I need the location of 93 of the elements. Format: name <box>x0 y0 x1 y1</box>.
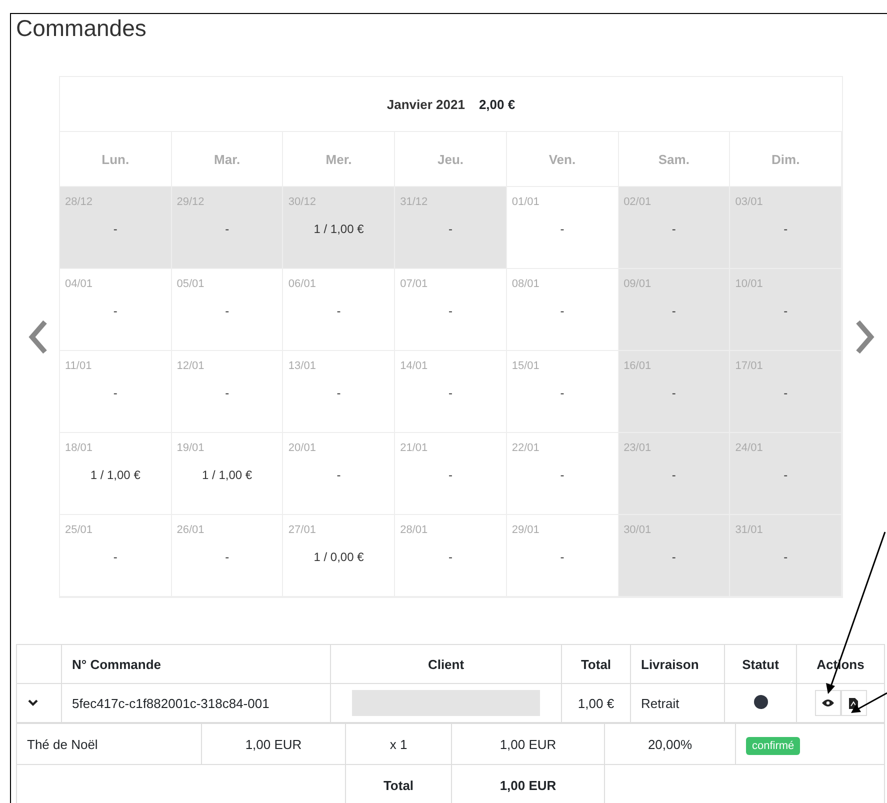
column-header: Statut <box>724 644 796 684</box>
quantity: x 1 <box>346 724 452 764</box>
day-summary: - <box>560 304 564 318</box>
expand-toggle[interactable] <box>27 699 39 707</box>
unit-price: 1,00 EUR <box>202 724 346 764</box>
day-date: 16/01 <box>624 360 652 372</box>
day-date: 06/01 <box>288 278 316 290</box>
day-summary: - <box>113 304 118 318</box>
day-date: 30/01 <box>624 524 652 536</box>
day-date: 22/01 <box>512 442 540 454</box>
column-header: Client <box>330 644 562 684</box>
day-date: 19/01 <box>176 442 204 454</box>
product-name: Thé de Noël <box>16 724 202 764</box>
day-date: 11/01 <box>65 360 92 372</box>
day-summary: - <box>336 304 341 318</box>
day-date: 14/01 <box>400 360 428 372</box>
day-summary: - <box>672 304 676 318</box>
calendar-month: Janvier 2021 <box>386 96 465 112</box>
day-date: 20/01 <box>288 442 316 454</box>
day-summary: - <box>784 550 788 564</box>
day-summary: - <box>672 386 676 400</box>
day-date: 29/01 <box>512 524 540 536</box>
day-summary: - <box>225 222 230 236</box>
day-summary: 1 / 0,00 € <box>314 550 364 564</box>
column-header: N° Commande <box>62 644 330 684</box>
day-summary: - <box>448 386 452 400</box>
day-summary: - <box>672 468 676 482</box>
day-date: 05/01 <box>176 278 204 290</box>
day-summary: - <box>225 304 230 318</box>
day-date: 24/01 <box>735 442 763 454</box>
view-button[interactable] <box>814 690 840 716</box>
order-number: 5fec417c-c1f882001c-318c84-001 <box>62 684 330 722</box>
day-summary: 1 / 1,00 € <box>202 468 252 482</box>
vat-rate: 20,00% <box>604 724 736 764</box>
day-summary: 1 / 1,00 € <box>314 222 364 236</box>
eye-icon <box>822 699 834 707</box>
day-summary: - <box>448 222 452 236</box>
day-date: 08/01 <box>512 278 540 290</box>
day-date: 27/01 <box>288 524 316 536</box>
day-date: 28/01 <box>400 524 428 536</box>
day-summary: - <box>448 304 452 318</box>
day-summary: - <box>336 468 341 482</box>
day-date: 02/01 <box>624 196 652 208</box>
day-summary: - <box>672 550 676 564</box>
day-date: 10/01 <box>735 278 763 290</box>
column-header: Total <box>562 644 630 684</box>
day-date: 12/01 <box>176 360 204 372</box>
day-summary: - <box>113 550 118 564</box>
day-summary: - <box>784 468 788 482</box>
day-date: 07/01 <box>400 278 428 290</box>
day-date: 29/12 <box>176 196 204 208</box>
day-date: 26/01 <box>176 524 204 536</box>
day-summary: - <box>784 386 788 400</box>
day-date: 15/01 <box>512 360 540 372</box>
day-summary: - <box>113 386 118 400</box>
day-date: 13/01 <box>288 360 316 372</box>
page-title: Commandes <box>16 14 148 42</box>
day-summary: - <box>448 550 452 564</box>
delivery-mode: Retrait <box>630 684 724 722</box>
day-summary: - <box>448 468 452 482</box>
order-total: 1,00 € <box>562 684 630 722</box>
day-date: 28/12 <box>65 196 93 208</box>
day-summary: - <box>560 550 564 564</box>
day-date: 18/01 <box>65 442 93 454</box>
day-summary: - <box>113 222 118 236</box>
day-date: 30/12 <box>288 196 316 208</box>
day-date: 23/01 <box>624 442 652 454</box>
day-summary: - <box>784 222 788 236</box>
day-summary: 1 / 1,00 € <box>90 468 140 482</box>
line-amount: 1,00 EUR <box>452 724 604 764</box>
day-date: 31/01 <box>735 524 763 536</box>
day-summary: - <box>225 550 230 564</box>
day-summary: - <box>336 386 341 400</box>
day-date: 25/01 <box>65 524 93 536</box>
day-date: 21/01 <box>400 442 428 454</box>
day-summary: - <box>560 386 564 400</box>
chevron-left-icon <box>26 319 48 355</box>
chevron-right-icon <box>854 319 876 355</box>
column-header: Livraison <box>630 644 724 684</box>
day-summary: - <box>672 222 676 236</box>
day-date: 09/01 <box>624 278 652 290</box>
month-total: 2,00 € <box>478 96 516 112</box>
status-badge: confirmé <box>746 736 800 754</box>
day-date: 17/01 <box>735 360 763 372</box>
day-date: 04/01 <box>65 278 93 290</box>
chevron-down-icon <box>27 699 39 707</box>
day-date: 03/01 <box>735 196 763 208</box>
day-summary: - <box>560 468 564 482</box>
day-summary: - <box>560 222 564 236</box>
day-summary: - <box>784 304 788 318</box>
day-date: 01/01 <box>512 196 540 208</box>
day-summary: - <box>225 386 230 400</box>
day-date: 31/12 <box>400 196 428 208</box>
